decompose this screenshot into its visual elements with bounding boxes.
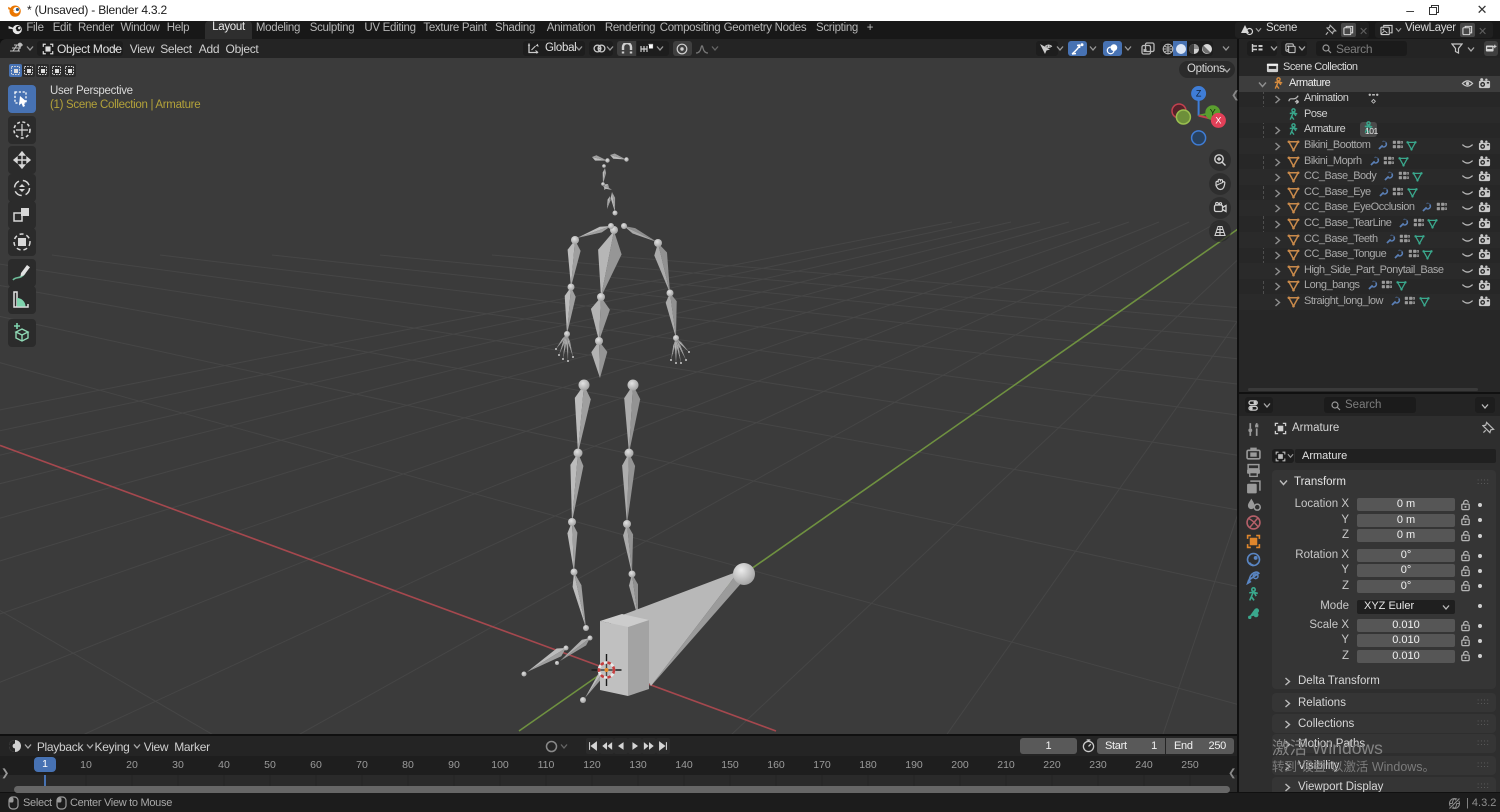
svg-text:X: X [1215,115,1221,125]
svg-text:Z: Z [1196,89,1202,99]
